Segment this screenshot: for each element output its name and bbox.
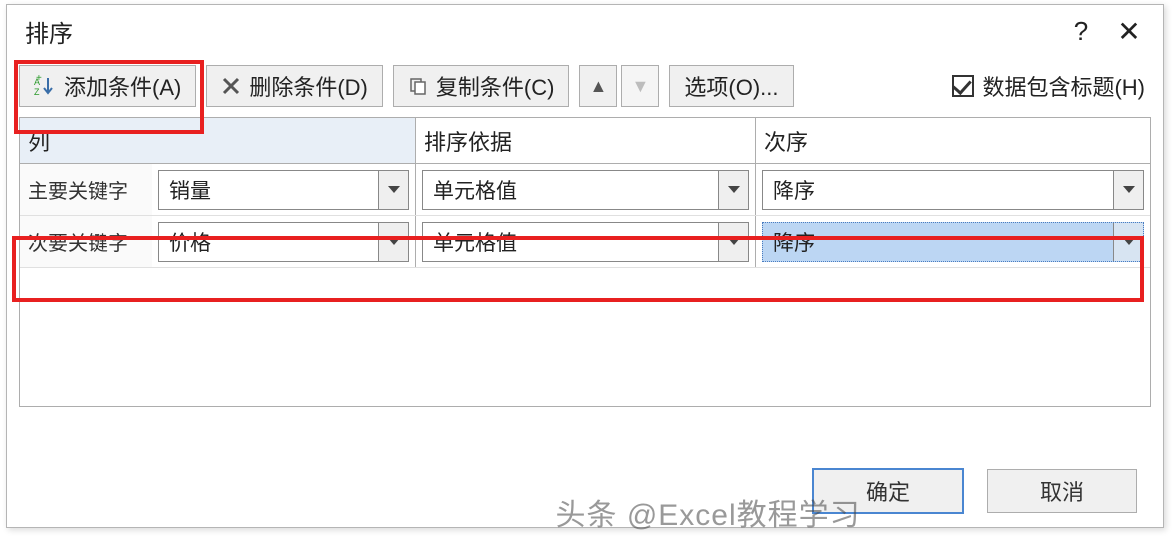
options-button[interactable]: 选项(O)... xyxy=(669,65,793,107)
order-select[interactable]: 降序 xyxy=(762,170,1144,210)
copy-level-label: 复制条件(C) xyxy=(436,70,555,102)
chevron-down-icon xyxy=(378,171,408,209)
grid-header-row: 列 排序依据 次序 xyxy=(20,118,1150,164)
move-up-button[interactable]: ▲ xyxy=(579,65,617,107)
toolbar: AZ+ 添加条件(A) 删除条件(D) 复制条件(C) ▲ ▼ 选项(O)...… xyxy=(7,57,1163,117)
delete-icon xyxy=(221,76,241,96)
chevron-down-icon xyxy=(1113,171,1143,209)
help-button[interactable]: ? xyxy=(1057,16,1105,47)
header-order: 次序 xyxy=(756,118,1150,163)
grid-blank-area xyxy=(20,268,1150,406)
row-label: 主要关键字 xyxy=(20,164,152,215)
triangle-down-icon: ▼ xyxy=(632,76,650,97)
checkbox-icon xyxy=(952,75,974,97)
order-select[interactable]: 降序 xyxy=(762,222,1144,262)
sort-grid: 列 排序依据 次序 主要关键字 销量 单元格值 降序 xyxy=(19,117,1151,407)
titlebar: 排序 ? ✕ xyxy=(7,5,1163,57)
add-level-label: 添加条件(A) xyxy=(64,70,181,102)
chevron-down-icon xyxy=(718,171,748,209)
add-level-button[interactable]: AZ+ 添加条件(A) xyxy=(19,65,196,107)
sort-row-primary: 主要关键字 销量 单元格值 降序 xyxy=(20,164,1150,216)
cancel-button[interactable]: 取消 xyxy=(987,469,1137,513)
svg-text:Z: Z xyxy=(34,87,40,97)
chevron-down-icon xyxy=(378,223,408,261)
sort-on-value: 单元格值 xyxy=(423,227,718,257)
watermark: 头条 @Excel教程学习 xyxy=(555,490,860,534)
copy-level-button[interactable]: 复制条件(C) xyxy=(393,65,570,107)
headers-checkbox[interactable]: 数据包含标题(H) xyxy=(952,70,1145,102)
dialog-title: 排序 xyxy=(25,14,1057,49)
sort-on-select[interactable]: 单元格值 xyxy=(422,170,749,210)
column-select[interactable]: 销量 xyxy=(158,170,409,210)
close-button[interactable]: ✕ xyxy=(1105,15,1153,48)
dialog-footer: 确定 取消 xyxy=(813,469,1137,513)
sort-row-secondary: 次要关键字 价格 单元格值 降序 xyxy=(20,216,1150,268)
triangle-up-icon: ▲ xyxy=(590,76,608,97)
add-sort-icon: AZ+ xyxy=(34,75,56,97)
copy-icon xyxy=(408,76,428,96)
chevron-down-icon xyxy=(1113,223,1143,261)
move-down-button[interactable]: ▼ xyxy=(621,65,659,107)
column-select[interactable]: 价格 xyxy=(158,222,409,262)
column-value: 价格 xyxy=(159,227,378,257)
options-label: 选项(O)... xyxy=(684,70,778,102)
row-label: 次要关键字 xyxy=(20,216,152,267)
header-column: 列 xyxy=(20,118,416,163)
sort-on-value: 单元格值 xyxy=(423,175,718,205)
svg-text:+: + xyxy=(36,75,42,84)
headers-label: 数据包含标题(H) xyxy=(982,70,1145,102)
sort-dialog: 排序 ? ✕ AZ+ 添加条件(A) 删除条件(D) 复制条件(C) ▲ ▼ xyxy=(6,4,1164,528)
move-buttons: ▲ ▼ xyxy=(579,65,659,107)
sort-on-select[interactable]: 单元格值 xyxy=(422,222,749,262)
column-value: 销量 xyxy=(159,175,378,205)
header-sort-on: 排序依据 xyxy=(416,118,756,163)
order-value: 降序 xyxy=(763,175,1113,205)
chevron-down-icon xyxy=(718,223,748,261)
order-value: 降序 xyxy=(763,227,1113,257)
delete-level-button[interactable]: 删除条件(D) xyxy=(206,65,383,107)
delete-level-label: 删除条件(D) xyxy=(249,70,368,102)
